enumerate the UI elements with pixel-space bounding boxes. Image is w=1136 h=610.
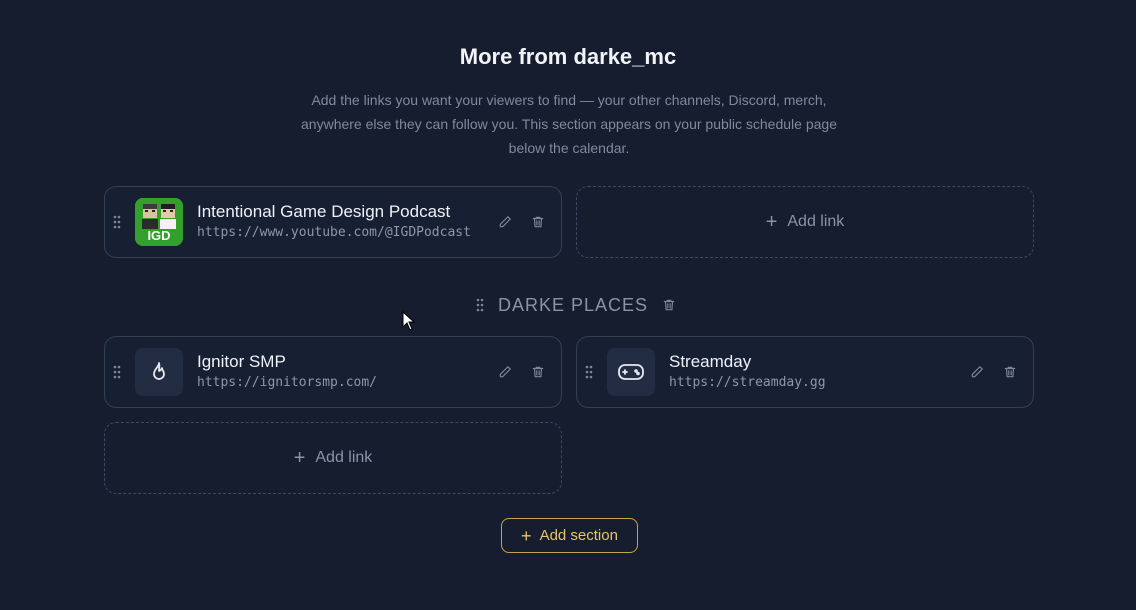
add-section-label: Add section xyxy=(539,527,618,544)
link-title: Ignitor SMP xyxy=(197,352,286,371)
add-section-button[interactable]: + Add section xyxy=(501,518,638,553)
trash-icon xyxy=(532,366,544,378)
add-link-button[interactable]: + Add link xyxy=(104,422,562,494)
link-url: https://streamday.gg xyxy=(669,375,826,390)
link-title: Streamday xyxy=(669,352,752,371)
edit-button[interactable] xyxy=(969,364,985,380)
igd-podcast-logo: IGD xyxy=(135,198,183,246)
section-title[interactable]: DARKE PLACES xyxy=(498,295,648,316)
link-thumb xyxy=(607,348,655,396)
pencil-icon xyxy=(971,366,983,378)
section-header: DARKE PLACES xyxy=(476,294,676,316)
trash-icon xyxy=(532,216,544,228)
drag-handle-icon[interactable] xyxy=(476,298,484,312)
page-title: More from darke_mc xyxy=(459,44,677,69)
plus-icon: + xyxy=(293,447,306,469)
delete-button[interactable] xyxy=(530,364,546,380)
mouse-cursor-icon xyxy=(402,311,416,331)
delete-button[interactable] xyxy=(1002,364,1018,380)
drag-handle-icon[interactable] xyxy=(113,365,121,379)
pencil-icon xyxy=(499,216,511,228)
gamepad-icon xyxy=(618,364,644,380)
link-card-igd[interactable]: IGD Intentional Game Design Podcast http… xyxy=(104,186,562,258)
page-description: Add the links you want your viewers to f… xyxy=(301,92,837,156)
edit-button[interactable] xyxy=(497,364,513,380)
pencil-icon xyxy=(499,366,511,378)
trash-icon xyxy=(1004,366,1016,378)
flame-icon xyxy=(153,362,165,380)
link-thumb xyxy=(135,348,183,396)
svg-text:IGD: IGD xyxy=(147,228,170,243)
link-url: https://ignitorsmp.com/ xyxy=(197,375,378,390)
link-title: Intentional Game Design Podcast xyxy=(197,202,451,221)
plus-icon: + xyxy=(521,525,532,546)
add-link-button[interactable]: + Add link xyxy=(576,186,1034,258)
edit-button[interactable] xyxy=(497,214,513,230)
drag-handle-icon[interactable] xyxy=(585,365,593,379)
plus-icon: + xyxy=(765,211,778,233)
delete-button[interactable] xyxy=(530,214,546,230)
trash-icon[interactable] xyxy=(662,298,676,312)
link-url: https://www.youtube.com/@IGDPodcast xyxy=(197,225,471,240)
add-link-label: Add link xyxy=(315,449,373,466)
add-link-label: Add link xyxy=(787,213,845,230)
drag-handle-icon[interactable] xyxy=(113,215,121,229)
link-card-streamday[interactable]: Streamday https://streamday.gg xyxy=(576,336,1034,408)
link-card-ignitor[interactable]: Ignitor SMP https://ignitorsmp.com/ xyxy=(104,336,562,408)
